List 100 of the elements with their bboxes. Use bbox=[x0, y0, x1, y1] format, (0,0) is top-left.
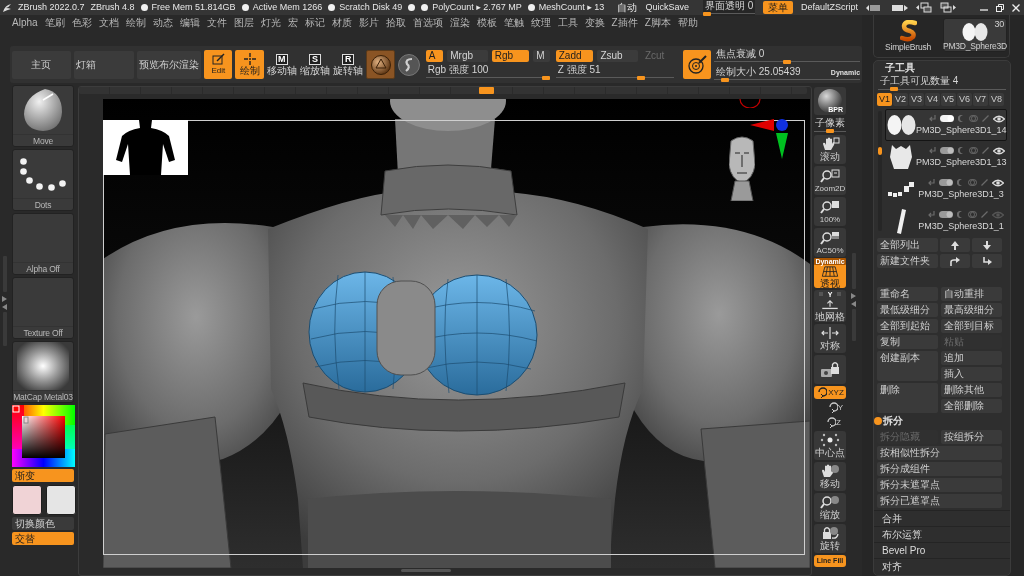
menu-item[interactable]: 笔触 bbox=[503, 15, 524, 30]
scale-button[interactable]: 缩放 bbox=[814, 493, 846, 522]
camera-lock-button[interactable] bbox=[814, 355, 846, 384]
redo-button[interactable] bbox=[940, 254, 970, 268]
version-tab[interactable]: V2 bbox=[893, 93, 908, 106]
menu-item[interactable]: 文档 bbox=[98, 15, 119, 30]
list-action-button[interactable]: 全部列出 bbox=[877, 238, 938, 252]
brush-selector[interactable]: Move bbox=[12, 85, 74, 147]
autosave-toggle[interactable]: 自动 bbox=[617, 1, 638, 14]
script-label[interactable]: DefaultZScript bbox=[800, 2, 858, 13]
subtool-action-button[interactable]: 最低级细分 bbox=[877, 303, 938, 317]
version-tab[interactable]: V3 bbox=[909, 93, 924, 106]
lightbox-button[interactable]: 灯箱 bbox=[73, 50, 135, 79]
gradient-toggle[interactable]: 渐变 bbox=[12, 469, 74, 482]
menu-item[interactable]: 帮助 bbox=[677, 15, 698, 30]
slider-thumb[interactable] bbox=[890, 87, 898, 91]
arrow-icon[interactable] bbox=[927, 179, 935, 186]
slider-track[interactable] bbox=[425, 75, 550, 80]
moon-icon[interactable] bbox=[957, 211, 964, 218]
section-title[interactable]: 拆分 bbox=[883, 415, 903, 427]
subtool-item[interactable]: PM3D_Sphere3D1_13 bbox=[885, 141, 1007, 173]
stroke-selector[interactable]: Dots bbox=[12, 149, 74, 211]
head-gizmo-icon[interactable] bbox=[729, 135, 755, 201]
menu-item[interactable]: 绘制 bbox=[125, 15, 146, 30]
split-action-button[interactable]: 拆分已遮罩点 bbox=[877, 494, 1002, 508]
scale-gizmo-button[interactable]: S 缩放轴 bbox=[299, 50, 331, 79]
menu-item[interactable]: Alpha bbox=[12, 15, 38, 30]
split-action-button[interactable]: 拆分成组件 bbox=[877, 462, 1002, 476]
menu-item[interactable]: 工具 bbox=[557, 15, 578, 30]
subtool-action-button[interactable]: 全部到起始 bbox=[877, 319, 938, 333]
menu-item[interactable]: 文件 bbox=[206, 15, 227, 30]
split-action-button[interactable]: 按组拆分 bbox=[941, 430, 1002, 444]
subtool-action-button[interactable]: 自动重排 bbox=[941, 287, 1002, 301]
draw-button[interactable]: 绘制 bbox=[235, 50, 264, 79]
center-point-button[interactable]: 中心点 bbox=[814, 431, 846, 460]
version-tab[interactable]: V7 bbox=[973, 93, 988, 106]
menu-item[interactable]: 变换 bbox=[584, 15, 605, 30]
dock-right-icon[interactable] bbox=[940, 2, 956, 13]
subtool-action-button[interactable]: 创建副本 bbox=[877, 351, 938, 381]
menu-item[interactable]: Z脚本 bbox=[644, 15, 671, 30]
brush-settings-button[interactable] bbox=[682, 50, 712, 79]
subtool-action-button[interactable]: 全部删除 bbox=[941, 399, 1002, 413]
menu-item[interactable]: 动态 bbox=[152, 15, 173, 30]
color-swatch[interactable] bbox=[46, 485, 76, 515]
rotate-button[interactable]: 旋转 bbox=[814, 524, 846, 553]
panel-strip-icon[interactable] bbox=[892, 3, 908, 12]
scrollbar-thumb[interactable] bbox=[401, 569, 451, 572]
menu-item[interactable]: 纹理 bbox=[530, 15, 551, 30]
color-swatch[interactable] bbox=[12, 485, 42, 515]
move-button[interactable]: 移动 bbox=[814, 462, 846, 491]
slider-thumb[interactable] bbox=[826, 129, 834, 133]
channel-toggle[interactable]: A bbox=[425, 49, 444, 62]
subtool-item[interactable]: PM3D_Sphere3D1_1 bbox=[885, 205, 1007, 237]
swirl-disc-icon[interactable] bbox=[397, 53, 420, 76]
quicksave-button[interactable]: QuickSave bbox=[645, 2, 689, 13]
move-gizmo-button[interactable]: M 移动轴 bbox=[266, 50, 297, 79]
menu-item[interactable]: 标记 bbox=[304, 15, 325, 30]
section-header[interactable]: 布尔运算 bbox=[874, 526, 1010, 542]
menu-item[interactable]: 灯光 bbox=[260, 15, 281, 30]
actual-size-button[interactable]: 100% bbox=[814, 197, 846, 226]
slider-track[interactable] bbox=[814, 129, 846, 133]
version-tab[interactable]: V4 bbox=[925, 93, 940, 106]
menu-button[interactable]: 菜单 bbox=[762, 1, 793, 14]
close-icon[interactable] bbox=[1012, 3, 1020, 12]
home-button[interactable]: 主页 bbox=[12, 50, 71, 79]
pencil-icon[interactable] bbox=[981, 179, 988, 186]
arrow-icon[interactable] bbox=[927, 211, 935, 218]
material-button[interactable] bbox=[366, 50, 395, 79]
material-selector[interactable]: MatCap Metal03 bbox=[12, 341, 74, 403]
channel-toggle[interactable]: Zadd bbox=[555, 49, 594, 62]
subtool-action-button[interactable]: 追加 bbox=[941, 351, 1002, 365]
subtool-item[interactable]: PM3D_Sphere3D1_3 bbox=[885, 173, 1007, 205]
slider-thumb[interactable] bbox=[783, 59, 792, 64]
version-tab[interactable]: V6 bbox=[957, 93, 972, 106]
move-up-button[interactable] bbox=[940, 238, 970, 252]
subtool-item[interactable]: PM3D_Sphere3D1_14 bbox=[885, 109, 1007, 141]
toggle-pill-icon[interactable] bbox=[939, 211, 953, 218]
split-action-button[interactable]: 拆分未遮罩点 bbox=[877, 478, 1002, 492]
alpha-selector[interactable]: Alpha Off bbox=[12, 213, 74, 275]
zoom-2d-button[interactable]: Zoom2D bbox=[814, 166, 846, 195]
channel-toggle[interactable]: Rgb bbox=[491, 49, 530, 62]
scrollbar-thumb[interactable] bbox=[479, 87, 494, 94]
subtool-action-button[interactable]: 全部到目标 bbox=[941, 319, 1002, 333]
subtool-action-button[interactable]: 删除 bbox=[877, 383, 938, 413]
slider-track[interactable] bbox=[702, 11, 755, 16]
color-picker[interactable] bbox=[12, 405, 75, 467]
section-header[interactable]: 对齐 bbox=[874, 558, 1010, 574]
channel-toggle[interactable]: Zsub bbox=[597, 49, 638, 62]
split-action-button[interactable]: 按相似性拆分 bbox=[877, 446, 1002, 460]
restore-icon[interactable] bbox=[996, 3, 1004, 12]
axis-gizmo-icon[interactable] bbox=[750, 118, 788, 159]
mesh-tool-selector[interactable]: 30 PM3D_Sphere3D bbox=[943, 18, 1007, 52]
channel-toggle[interactable]: Mrgb bbox=[447, 49, 488, 62]
scrollbar-track[interactable] bbox=[79, 87, 807, 94]
brush-tool-selector[interactable]: SimpleBrush bbox=[876, 18, 940, 52]
menu-item[interactable]: 影片 bbox=[358, 15, 379, 30]
slider-thumb[interactable] bbox=[720, 77, 729, 82]
toggle-pill-icon[interactable] bbox=[939, 179, 953, 186]
collapse-handle[interactable] bbox=[851, 253, 857, 341]
toggle-pill-icon[interactable] bbox=[939, 147, 954, 154]
